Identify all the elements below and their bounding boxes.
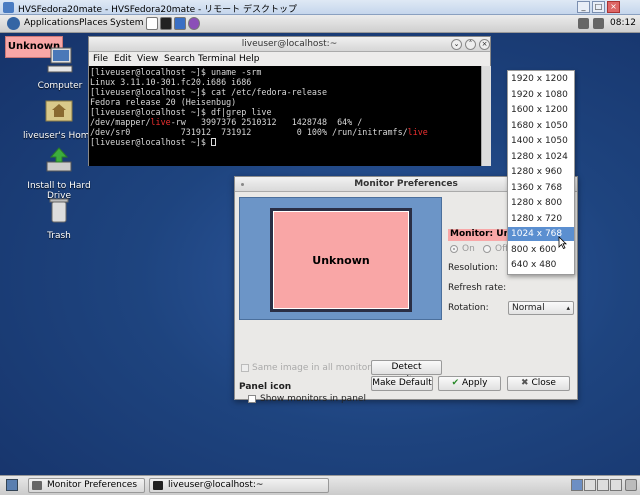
network-icon[interactable] xyxy=(578,18,589,29)
rotation-select[interactable]: Normal ▴ xyxy=(508,301,574,315)
desktop: Unknown Computer liveuser's Home Install… xyxy=(0,33,640,475)
resolution-option[interactable]: 640 x 480 xyxy=(508,258,574,272)
monitor-name-label: Monitor: Unknown xyxy=(448,229,508,241)
resolution-option[interactable]: 1360 x 768 xyxy=(508,181,574,195)
terminal-line: /dev/mapper/live-rw 3997376 2510312 1428… xyxy=(90,117,363,127)
help-launcher-icon[interactable] xyxy=(188,17,200,30)
workspace-3[interactable] xyxy=(597,479,609,491)
menu-system[interactable]: System xyxy=(110,18,144,28)
taskbar-terminal[interactable]: liveuser@localhost:~ xyxy=(149,478,329,493)
terminal-menubar: File Edit View Search Terminal Help xyxy=(89,52,490,65)
terminal-line: [liveuser@localhost ~]$ cat /etc/fedora-… xyxy=(90,87,327,97)
terminal-menu-search[interactable]: Search xyxy=(164,54,195,64)
resolution-option[interactable]: 1400 x 1050 xyxy=(508,134,574,148)
terminal-minimize-button[interactable]: ⌄ xyxy=(451,39,462,50)
terminal-line: Fedora release 20 (Heisenbug) xyxy=(90,97,237,107)
monitor-box[interactable]: Unknown xyxy=(270,208,412,312)
minimize-button[interactable]: _ xyxy=(577,1,590,13)
apply-button[interactable]: ✔ Apply xyxy=(438,376,501,391)
terminal-menu-help[interactable]: Help xyxy=(239,54,260,64)
resolution-option[interactable]: 1600 x 1200 xyxy=(508,103,574,117)
workspace-4[interactable] xyxy=(610,479,622,491)
terminal-window: liveuser@localhost:~ ⌄ ˄ × File Edit Vie… xyxy=(88,36,491,166)
spin-arrows-icon: ▴ xyxy=(566,304,570,312)
close-host-button[interactable]: × xyxy=(607,1,620,13)
terminal-line: [liveuser@localhost ~]$ df|grep live xyxy=(90,107,272,117)
terminal-icon xyxy=(153,481,163,490)
host-window-title: HVSFedora20mate - HVSFedora20mate - リモート… xyxy=(18,5,297,15)
terminal-menu-edit[interactable]: Edit xyxy=(114,54,131,64)
install-icon xyxy=(46,147,72,172)
monitor-layout-canvas[interactable]: Unknown xyxy=(239,197,442,320)
resolution-option[interactable]: 1920 x 1080 xyxy=(508,88,574,102)
bottom-panel: Monitor Preferences liveuser@localhost:~ xyxy=(0,475,640,495)
close-x-icon: ✖ xyxy=(521,378,532,388)
mouse-pointer-icon xyxy=(558,236,567,249)
terminal-menu-terminal[interactable]: Terminal xyxy=(198,54,236,64)
resolution-label: Resolution: xyxy=(448,263,499,273)
on-label: On xyxy=(462,244,475,254)
panel-icon-heading: Panel icon xyxy=(239,382,292,392)
resolution-option[interactable]: 1280 x 800 xyxy=(508,196,574,210)
terminal-scrollbar[interactable] xyxy=(481,66,491,166)
terminal-line: Linux 3.11.10-301.fc20.i686 i686 xyxy=(90,77,252,87)
volume-icon[interactable] xyxy=(593,18,604,29)
monitor-icon xyxy=(32,481,42,490)
show-desktop-icon[interactable] xyxy=(6,479,18,491)
panel-clock[interactable]: 08:12 xyxy=(610,18,636,28)
terminal-cursor xyxy=(211,138,217,146)
host-window-titlebar: HVSFedora20mate - HVSFedora20mate - リモート… xyxy=(0,0,640,15)
workspace-2[interactable] xyxy=(584,479,596,491)
trash-applet-icon[interactable] xyxy=(625,479,637,491)
trash-icon xyxy=(49,198,69,223)
same-image-checkbox[interactable] xyxy=(241,364,249,372)
terminal-line: /dev/sr0 731912 731912 0 100% /run/initr… xyxy=(90,127,428,137)
fedora-logo-icon xyxy=(7,17,20,30)
close-button[interactable]: ✖ Close xyxy=(507,376,570,391)
monitor-box-label: Unknown xyxy=(312,254,370,267)
computer-icon xyxy=(47,47,73,73)
terminal-launcher-icon[interactable] xyxy=(160,17,172,30)
refresh-rate-label: Refresh rate: xyxy=(448,283,507,293)
terminal-maximize-button[interactable]: ˄ xyxy=(465,39,476,50)
show-monitors-label: Show monitors in panel xyxy=(260,394,366,404)
terminal-line: [liveuser@localhost ~]$ uname -srm xyxy=(90,67,262,77)
workspace-1[interactable] xyxy=(571,479,583,491)
terminal-line: [liveuser@localhost ~]$ xyxy=(90,137,480,147)
make-default-button[interactable]: Make Default xyxy=(371,376,433,391)
resolution-option[interactable]: 1280 x 960 xyxy=(508,165,574,179)
resolution-option[interactable]: 1680 x 1050 xyxy=(508,119,574,133)
menu-places[interactable]: Places xyxy=(79,18,108,28)
desktop-icon-trash[interactable]: Trash xyxy=(14,195,104,241)
maximize-button[interactable]: □ xyxy=(592,1,605,13)
same-image-label: Same image in all monitors xyxy=(252,363,376,373)
taskbar-monitor-preferences[interactable]: Monitor Preferences xyxy=(28,478,145,493)
terminal-titlebar[interactable]: liveuser@localhost:~ ⌄ ˄ × xyxy=(89,37,490,52)
resolution-option[interactable]: 1920 x 1200 xyxy=(508,72,574,86)
resolution-option[interactable]: 1280 x 1024 xyxy=(508,150,574,164)
detect-monitors-button[interactable]: Detect monitors xyxy=(371,360,442,385)
terminal-title: liveuser@localhost:~ xyxy=(241,39,338,49)
terminal-screen[interactable]: [liveuser@localhost ~]$ uname -srm Linux … xyxy=(89,66,481,166)
rotation-label: Rotation: xyxy=(448,303,489,313)
remote-desktop-icon xyxy=(3,2,14,13)
terminal-menu-file[interactable]: File xyxy=(93,54,108,64)
browser-launcher-icon[interactable] xyxy=(174,17,186,30)
desktop-icon-label: Trash xyxy=(47,231,71,241)
off-radio[interactable] xyxy=(483,245,491,253)
home-folder-icon xyxy=(45,100,73,122)
terminal-close-button[interactable]: × xyxy=(479,39,490,50)
text-editor-launcher-icon[interactable] xyxy=(146,17,158,30)
top-panel: Applications Places System 08:12 xyxy=(0,15,640,33)
terminal-menu-view[interactable]: View xyxy=(137,54,158,64)
menu-applications[interactable]: Applications xyxy=(24,18,79,28)
checkmark-icon: ✔ xyxy=(451,378,462,388)
resolution-option[interactable]: 1280 x 720 xyxy=(508,212,574,226)
on-radio[interactable] xyxy=(450,245,458,253)
show-monitors-checkbox[interactable] xyxy=(248,395,256,403)
